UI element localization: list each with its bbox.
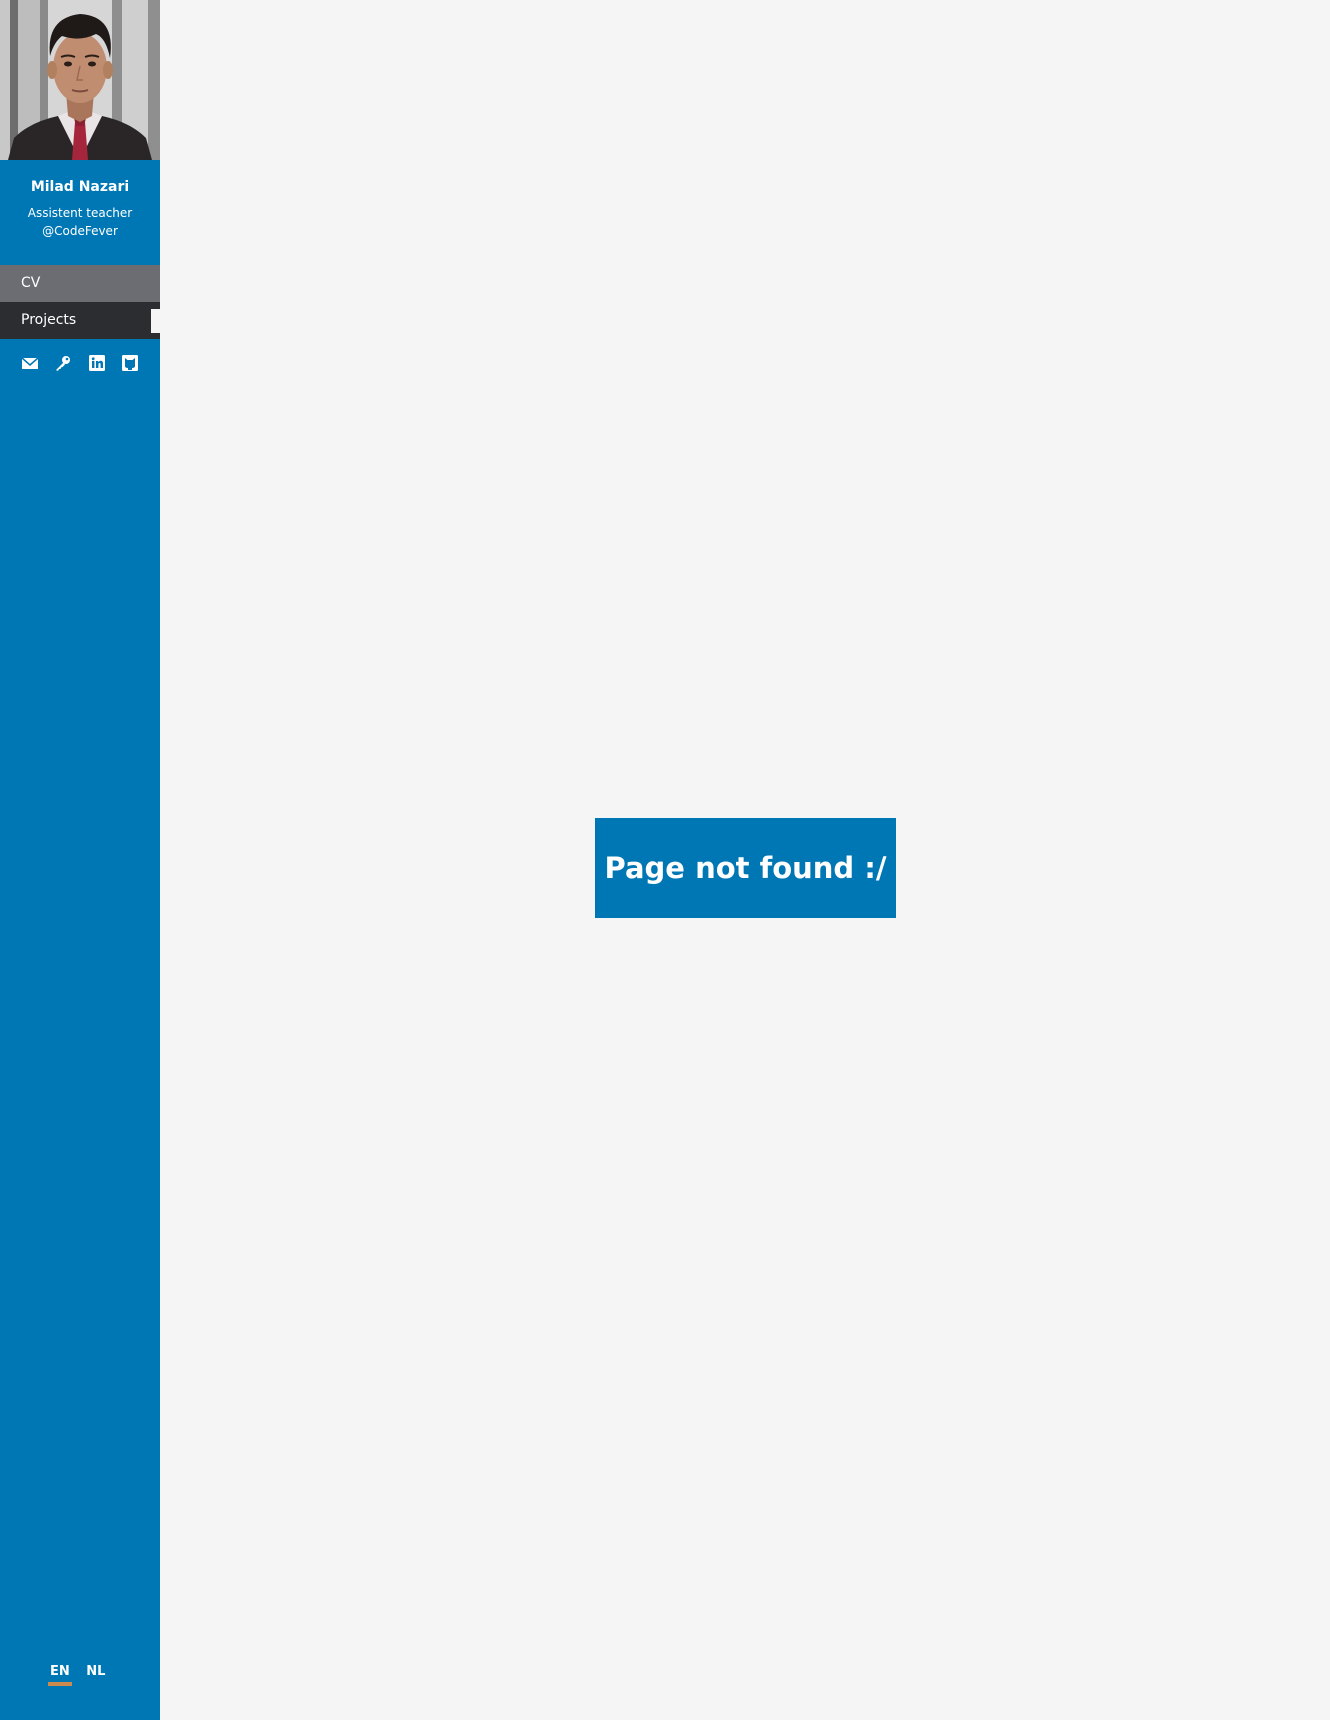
profile-role-title: Assistent teacher xyxy=(27,206,133,220)
profile-role: Assistent teacher @CodeFever xyxy=(0,204,160,240)
nav-item-cv[interactable]: CV xyxy=(0,265,160,302)
nav-item-cv-label: CV xyxy=(21,275,41,291)
key-icon[interactable] xyxy=(54,354,72,372)
sidebar-nav: CV Projects xyxy=(0,265,160,339)
profile-name: Milad Nazari xyxy=(30,179,130,195)
language-switcher: EN NL xyxy=(48,1664,117,1686)
active-nav-marker xyxy=(151,309,160,333)
github-icon[interactable] xyxy=(121,354,139,372)
main-content: Page not found :/ xyxy=(160,0,1330,1720)
linkedin-icon[interactable] xyxy=(88,354,106,372)
mail-icon[interactable] xyxy=(21,354,39,372)
profile-photo xyxy=(0,0,160,160)
language-option-en[interactable]: EN xyxy=(48,1664,72,1686)
language-option-nl[interactable]: NL xyxy=(86,1664,105,1679)
not-found-message: Page not found :/ xyxy=(595,818,896,918)
nav-item-projects[interactable]: Projects xyxy=(0,302,160,339)
sidebar: Milad Nazari Assistent teacher @CodeFeve… xyxy=(0,0,160,1720)
social-links xyxy=(0,352,160,372)
nav-item-projects-label: Projects xyxy=(21,312,77,328)
profile-role-company: @CodeFever xyxy=(42,224,118,238)
